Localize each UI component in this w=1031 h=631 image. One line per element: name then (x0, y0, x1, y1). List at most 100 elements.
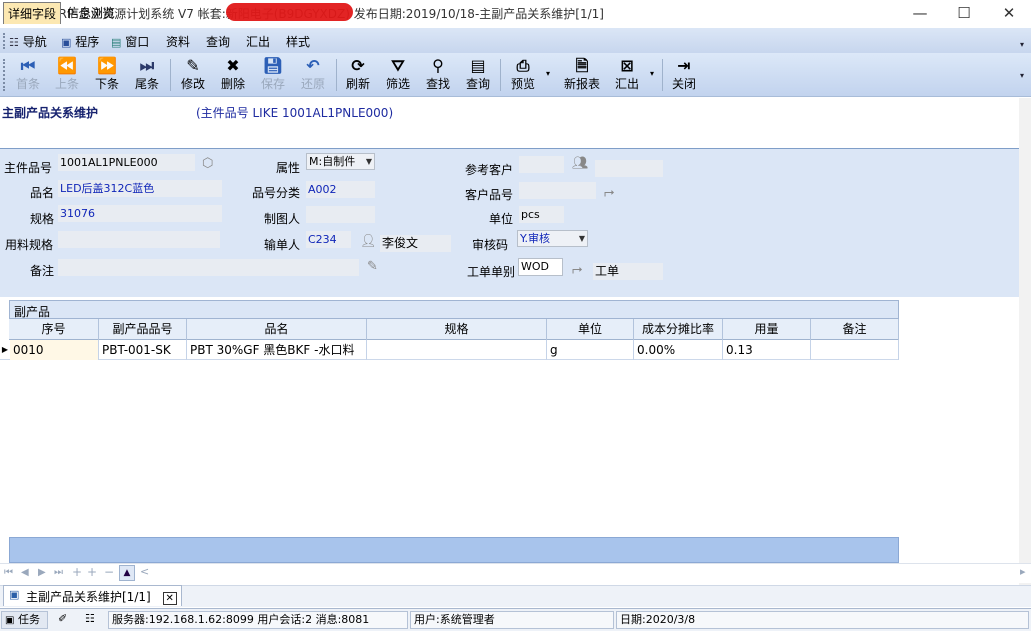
minimize-button[interactable]: — (897, 0, 943, 27)
task-button[interactable]: ▣ 任务 (1, 611, 48, 629)
menu-window[interactable]: ▤ 窗口 (111, 33, 149, 49)
binoculars-icon: ⚲ (432, 56, 444, 75)
last-record-button[interactable]: ⏭ 尾条 (127, 55, 167, 95)
edit-button[interactable]: ✎ 修改 (173, 55, 213, 95)
nav-scroll-right-icon[interactable]: ▸ (1020, 565, 1026, 578)
date-info: 日期:2020/3/8 (616, 611, 1029, 629)
nav-last-icon[interactable]: ⏭ (54, 567, 63, 578)
nav-next-page-icon[interactable]: ▶ (38, 567, 46, 578)
preview-dropdown-icon[interactable]: ▾ (546, 69, 550, 78)
menu-query[interactable]: 查询 (206, 33, 230, 49)
table-cell[interactable]: 0.13 (723, 340, 811, 360)
table-cell[interactable] (811, 340, 899, 360)
table-cell[interactable]: 0.00% (634, 340, 723, 360)
first-icon: ⏮ (20, 56, 36, 75)
button-label: 预览 (510, 77, 535, 91)
preview-button[interactable]: ⎙ 预览 (503, 55, 543, 95)
table-cell[interactable]: PBT 30%GF 黑色BKF -水口料 (187, 340, 367, 360)
undo-button[interactable]: ↶ 还原 (293, 55, 333, 95)
table-cell[interactable]: g (547, 340, 634, 360)
button-label: 上条 (54, 77, 79, 91)
export-dropdown-icon[interactable]: ▾ (650, 69, 654, 78)
customer-item-field[interactable] (519, 182, 596, 199)
task-label: 任务 (17, 613, 40, 626)
audit-select[interactable]: Y.审核 ▼ (517, 230, 588, 247)
nav-delete-icon[interactable]: − (104, 565, 114, 579)
main-item-field[interactable]: 1001AL1PNLE000 (58, 154, 195, 171)
cube-lookup-icon[interactable]: ⬡ (202, 156, 213, 171)
next-record-button[interactable]: ⏩ 下条 (87, 55, 127, 95)
column-header[interactable]: 单位 (547, 319, 634, 340)
tab-info-browse[interactable]: 信息浏览 (63, 2, 119, 24)
close-tab-icon[interactable]: ✕ (162, 592, 177, 605)
settings-icon[interactable]: ✐ (58, 612, 67, 625)
nav-add-icon[interactable]: + (72, 565, 82, 579)
material-spec-field[interactable] (58, 231, 220, 248)
link-lookup-icon[interactable]: ⮣ (604, 185, 614, 200)
nav-scroll-left-icon[interactable]: < (140, 565, 149, 578)
nav-insert-icon[interactable]: + (87, 565, 97, 579)
nav-prev-page-icon[interactable]: ◀ (21, 567, 29, 578)
button-label: 筛选 (385, 77, 410, 91)
toolbar-overflow-icon[interactable]: ▾ (1020, 71, 1024, 80)
menu-overflow-icon[interactable]: ▾ (1020, 40, 1024, 49)
filter-button[interactable]: ⛛ 筛选 (378, 55, 418, 95)
prev-record-button[interactable]: ⏪ 上条 (47, 55, 87, 95)
remark-field[interactable] (58, 259, 359, 276)
query-icon: ▤ (470, 56, 486, 75)
edit-note-icon[interactable]: ✎ (367, 259, 378, 274)
first-record-button[interactable]: ⏮ 首条 (8, 55, 48, 95)
delete-button[interactable]: ✖ 删除 (213, 55, 253, 95)
close-window-button[interactable]: ✕ (986, 0, 1031, 27)
document-tab[interactable]: ▣ 主副产品关系维护[1/1] ✕ (3, 585, 182, 606)
menu-export[interactable]: 汇出 (246, 33, 270, 49)
menu-style[interactable]: 样式 (286, 33, 310, 49)
column-header[interactable]: 副产品品号 (99, 319, 187, 340)
save-button[interactable]: 💾︎ 保存 (253, 55, 293, 95)
prev-icon: ⏪ (57, 56, 77, 75)
query-button[interactable]: ▤ 查询 (458, 55, 498, 95)
attribute-select[interactable]: M:自制件 ▼ (306, 153, 375, 170)
nav-up-button[interactable]: ▲ (119, 565, 135, 581)
title-bar: 蓝鲸ERP-企业资源计划系统 V7 帐套:新阳电子(B9DGYXDZ) 发布日期… (0, 0, 1031, 27)
column-header[interactable]: 用量 (723, 319, 811, 340)
maximize-button[interactable]: ☐ (941, 0, 987, 27)
input-by-code-field[interactable]: C234 (306, 231, 351, 248)
find-button[interactable]: ⚲ 查找 (418, 55, 458, 95)
menu-program[interactable]: ▣ 程序 (61, 33, 99, 49)
button-label: 保存 (260, 77, 285, 91)
nav-first-icon[interactable]: ⏮ (4, 567, 13, 578)
work-order-code-field[interactable]: WOD (518, 258, 563, 276)
name-field[interactable]: LED后盖312C蓝色 (58, 180, 222, 197)
user-lookup-icon[interactable]: 👤︎ (360, 234, 377, 249)
drawer-field[interactable] (306, 206, 375, 223)
new-report-button[interactable]: 🗎︎ 新报表 (560, 55, 604, 95)
category-field[interactable]: A002 (306, 181, 375, 198)
vertical-scrollbar[interactable] (1019, 98, 1031, 586)
toolbar: ⏮ 首条 ⏪ 上条 ⏩ 下条 ⏭ 尾条 ✎ 修改 ✖ 删除 💾︎ 保存 ↶ 还原 ⟳ 刷新 ⛛ 筛选… (0, 53, 1031, 97)
customer-lookup-icon[interactable]: 👥︎ (572, 156, 589, 171)
close-form-button[interactable]: ⇥ 关闭 (664, 55, 704, 95)
redaction-mark (226, 3, 353, 21)
refresh-button[interactable]: ⟳ 刷新 (338, 55, 378, 95)
menu-data[interactable]: 资料 (166, 33, 190, 49)
tab-detail-fields[interactable]: 详细字段 (3, 2, 62, 24)
column-header[interactable]: 规格 (367, 319, 547, 340)
link-lookup-icon[interactable]: ⮣ (572, 262, 582, 277)
column-header[interactable]: 备注 (811, 319, 899, 340)
tree-icon[interactable]: ☷ (85, 612, 95, 625)
table-row[interactable]: 0010 PBT-001-SK PBT 30%GF 黑色BKF -水口料 g 0… (0, 340, 899, 360)
column-header[interactable]: 品名 (187, 319, 367, 340)
table-cell[interactable] (367, 340, 547, 360)
column-header[interactable]: 成本分摊比率 (634, 319, 723, 340)
menu-nav[interactable]: ☷ 导航 (9, 33, 47, 49)
ref-customer-field[interactable] (519, 156, 564, 173)
ref-customer-label: 参考客户 (465, 163, 514, 177)
table-cell[interactable]: PBT-001-SK (99, 340, 187, 360)
table-cell[interactable]: 0010 (10, 340, 99, 360)
export-button[interactable]: ⊠ 汇出 (607, 55, 647, 95)
save-icon: 💾︎ (262, 56, 284, 75)
spec-field[interactable]: 31076 (58, 205, 222, 222)
column-header[interactable]: 序号 (9, 319, 99, 340)
unit-field[interactable]: pcs (519, 206, 564, 223)
